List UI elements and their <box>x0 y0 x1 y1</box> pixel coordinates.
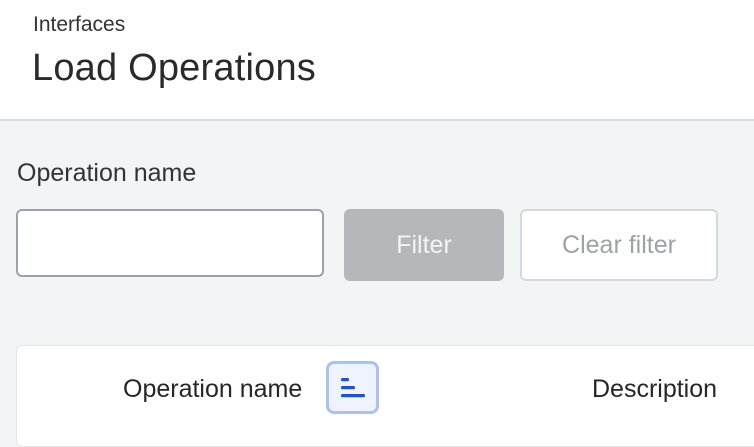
sort-ascending-icon <box>340 377 365 397</box>
page-title: Load Operations <box>32 47 316 89</box>
operation-name-label: Operation name <box>17 159 197 187</box>
filter-button[interactable]: Filter <box>344 209 504 281</box>
breadcrumb[interactable]: Interfaces <box>33 12 125 38</box>
column-header-description[interactable]: Description <box>592 374 717 404</box>
clear-filter-button[interactable]: Clear filter <box>520 209 718 281</box>
operations-table: Operation name Description <box>16 345 754 447</box>
operation-name-input[interactable] <box>16 209 324 277</box>
column-header-operation-name[interactable]: Operation name <box>123 374 302 404</box>
sort-button[interactable] <box>326 361 379 414</box>
page-header: Interfaces Load Operations <box>0 0 754 121</box>
